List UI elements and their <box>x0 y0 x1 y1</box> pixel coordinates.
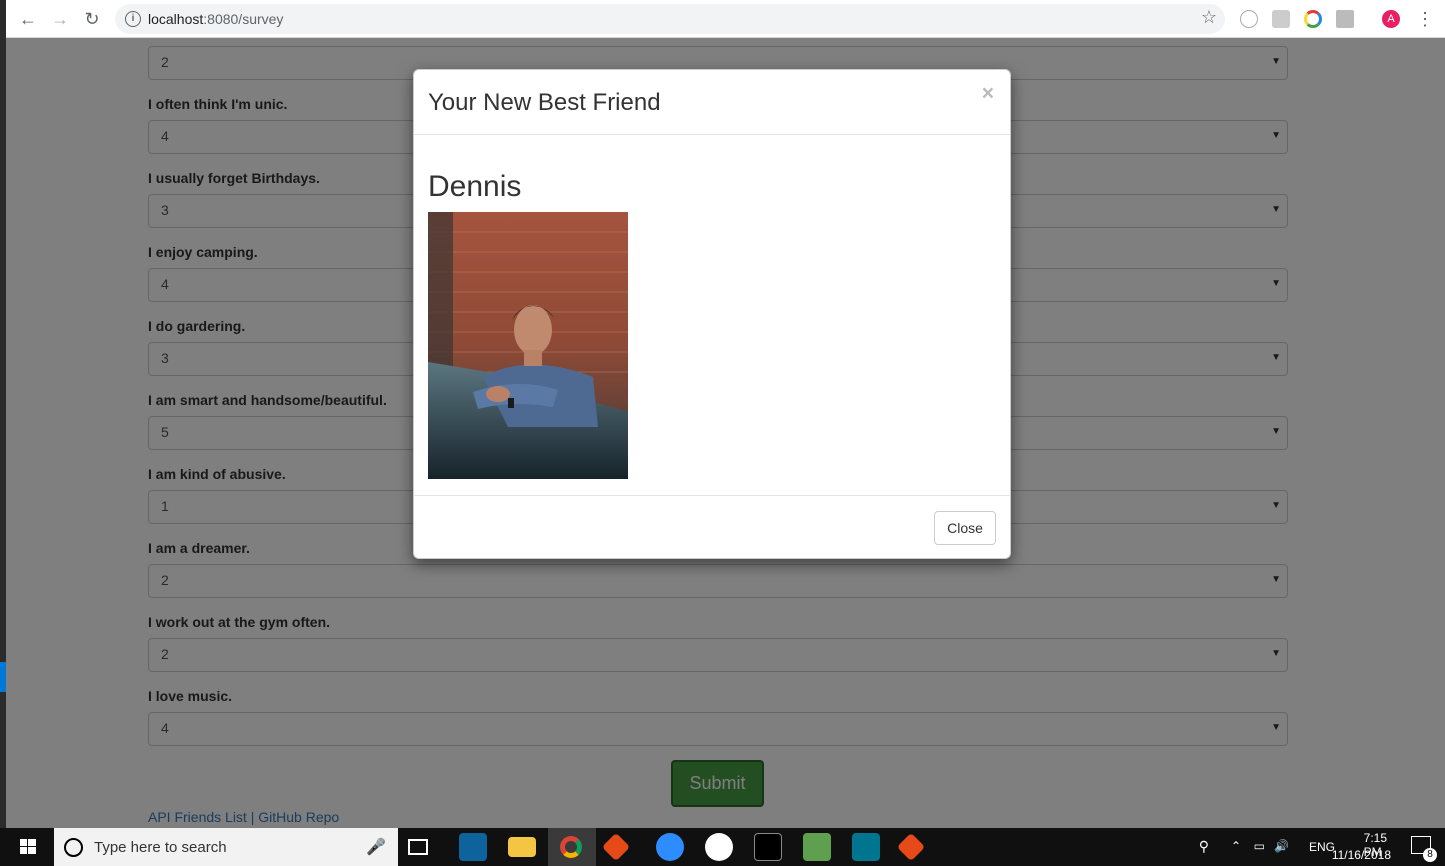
extension-icon[interactable] <box>1240 10 1258 28</box>
friend-name: Dennis <box>428 170 522 203</box>
back-icon[interactable]: ← <box>15 6 41 32</box>
profile-avatar[interactable]: A <box>1382 10 1400 28</box>
windows-taskbar: Type here to search 🎤 ⚲ ⌃ ▭ 🔊 ENG 7:15 P… <box>0 828 1445 866</box>
pdf-extension-icon[interactable] <box>1336 10 1354 28</box>
info-icon[interactable]: i <box>125 11 141 27</box>
modal-title: Your New Best Friend <box>428 89 661 116</box>
search-placeholder: Type here to search <box>94 839 227 856</box>
modal-footer: Close <box>414 495 1010 559</box>
browser-toolbar: ← → ↻ i localhost:8080/survey ☆ A ⋮ <box>6 0 1445 38</box>
address-bar[interactable]: i localhost:8080/survey ☆ <box>115 4 1225 34</box>
vscode-icon[interactable] <box>459 833 487 861</box>
volume-icon[interactable]: 🔊 <box>1274 839 1289 853</box>
slack-icon[interactable] <box>705 833 733 861</box>
git-gui-icon[interactable] <box>896 832 926 862</box>
extension-chat-icon[interactable] <box>1272 10 1290 28</box>
result-modal: Your New Best Friend × Dennis Close <box>413 69 1011 559</box>
chevron-up-icon[interactable]: ⌃ <box>1231 839 1241 853</box>
taskbar-search[interactable]: Type here to search 🎤 <box>54 828 398 866</box>
desktop: ← → ↻ i localhost:8080/survey ☆ A ⋮ 2▼ I… <box>0 0 1445 866</box>
task-view-icon[interactable] <box>408 839 428 855</box>
zoom-icon[interactable] <box>656 833 684 861</box>
bookmark-star-icon[interactable]: ☆ <box>1201 7 1217 28</box>
menu-dots-icon[interactable]: ⋮ <box>1412 6 1438 32</box>
chrome-taskbar-active[interactable] <box>548 828 596 866</box>
close-button[interactable]: Close <box>934 511 996 545</box>
cortana-icon[interactable] <box>64 838 83 857</box>
url-text[interactable]: localhost:8080/survey <box>148 11 283 27</box>
clock-date[interactable]: 11/16/2018 <box>1332 848 1391 862</box>
nodejs-icon[interactable] <box>803 833 831 861</box>
chrome-icon <box>560 836 582 858</box>
color-extension-icon[interactable] <box>1304 10 1322 28</box>
forward-icon[interactable]: → <box>47 6 73 32</box>
mysql-icon[interactable] <box>852 833 880 861</box>
file-explorer-icon[interactable] <box>508 837 536 857</box>
git-icon[interactable] <box>601 832 631 862</box>
close-icon[interactable]: × <box>982 82 994 106</box>
microphone-icon[interactable]: 🎤 <box>366 837 386 857</box>
reload-icon[interactable]: ↻ <box>79 6 105 32</box>
start-button[interactable] <box>0 828 54 866</box>
network-icon[interactable]: ▭ <box>1254 839 1265 853</box>
modal-header: Your New Best Friend × <box>414 70 1010 135</box>
terminal-icon[interactable] <box>754 833 782 861</box>
notification-badge: 8 <box>1423 848 1437 862</box>
people-icon[interactable]: ⚲ <box>1199 838 1209 855</box>
friend-photo <box>428 212 628 479</box>
